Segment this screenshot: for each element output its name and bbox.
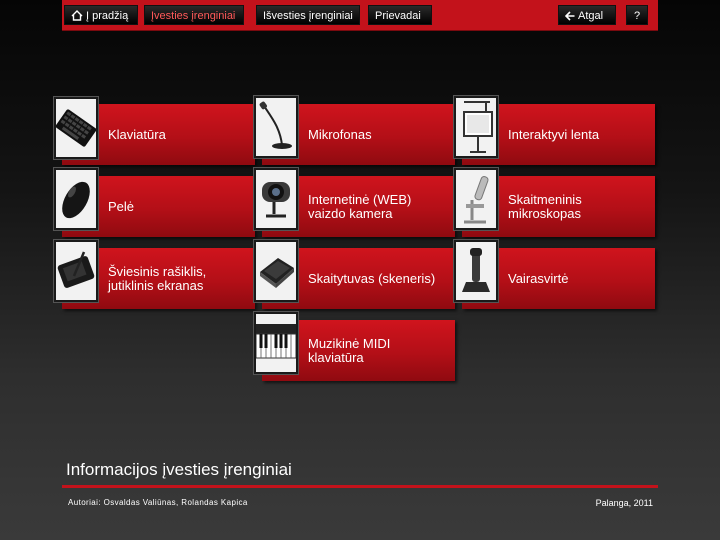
tile-label: Mikrofonas [308,126,372,142]
tile-microphone[interactable]: Mikrofonas [254,96,455,165]
tile-scanner[interactable]: Skaitytuvas (skeneris) [254,240,455,309]
midi-keyboard-icon [254,312,298,374]
tile-mouse[interactable]: Pelė [54,168,255,237]
tile-pen-touchscreen[interactable]: Šviesinis rašiklis, jutiklinis ekranas [54,240,255,309]
home-label: Į pradžią [86,10,129,22]
page-title: Informacijos įvesties įrenginiai [66,460,292,479]
tile-label: Skaitytuvas (skeneris) [308,270,436,286]
back-label: Atgal [578,10,604,22]
tile-microscope[interactable]: Skaitmeninis mikroskopas [454,168,655,237]
ports-label: Prievadai [375,10,421,22]
footer-divider [62,485,658,488]
tile-label: Vairasvirtė [508,270,569,286]
webcam-icon [254,168,298,230]
place-date-text: Palanga, 2011 [595,498,653,508]
top-navigation-bar: Į pradžią Įvesties įrenginiai Išvesties … [62,0,658,31]
tile-label: Muzikinė MIDI klaviatūra [308,335,391,365]
scanner-icon [254,240,298,302]
tile-label: Skaitmeninis mikroskopas [508,191,582,221]
home-button[interactable]: Į pradžią [64,5,138,25]
output-devices-tab[interactable]: Išvesties įrenginiai [256,5,360,25]
arrow-left-icon [564,11,575,21]
input-devices-label: Įvesties įrenginiai [151,10,236,22]
tablet-icon [54,240,98,302]
joystick-icon [454,240,498,302]
ports-tab[interactable]: Prievadai [368,5,432,25]
microscope-icon [454,168,498,230]
tile-webcam[interactable]: Internetinė (WEB) vaizdo kamera [254,168,455,237]
help-button[interactable]: ? [626,5,648,25]
tile-label: Internetinė (WEB) vaizdo kamera [308,191,412,221]
tile-label: Klaviatūra [108,126,166,142]
whiteboard-icon [454,96,498,158]
keyboard-icon [54,97,98,159]
home-icon [71,10,83,21]
tile-label: Šviesinis rašiklis, jutiklinis ekranas [108,263,207,293]
back-button[interactable]: Atgal [558,5,616,25]
help-label: ? [633,10,641,22]
output-devices-label: Išvesties įrenginiai [263,10,353,22]
tile-keyboard[interactable]: Klaviatūra [54,97,255,165]
mouse-icon [54,168,98,230]
authors-text: Autoriai: Osvaldas Valiūnas, Rolandas Ka… [68,498,248,507]
tile-joystick[interactable]: Vairasvirtė [454,240,655,309]
tile-midi-keyboard[interactable]: Muzikinė MIDI klaviatūra [254,312,455,381]
tile-label: Interaktyvi lenta [508,126,600,142]
tile-whiteboard[interactable]: Interaktyvi lenta [454,96,655,165]
tile-label: Pelė [108,198,135,214]
input-devices-tab[interactable]: Įvesties įrenginiai [144,5,244,25]
microphone-icon [254,96,298,158]
